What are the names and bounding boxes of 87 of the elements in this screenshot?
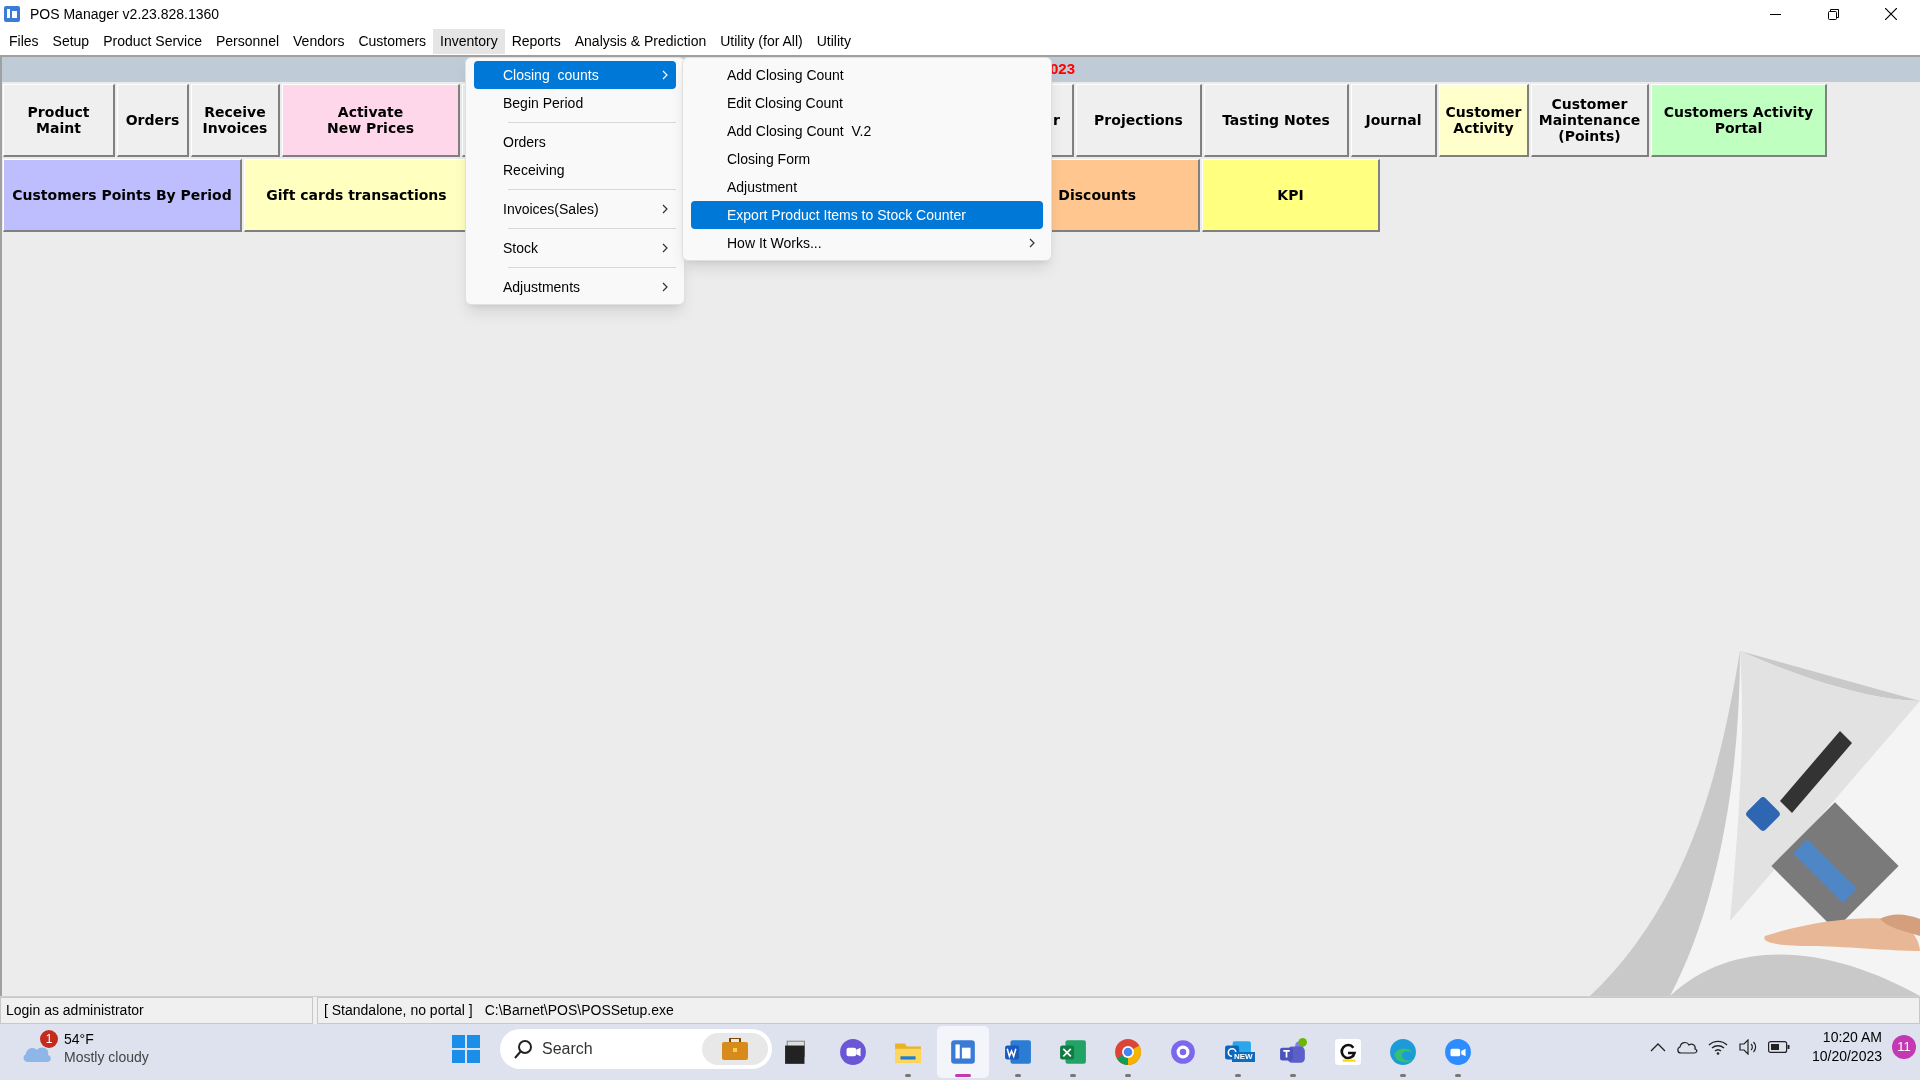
- menu-item[interactable]: How It Works...: [691, 229, 1043, 257]
- spreadsheet-app-icon: [1059, 1038, 1087, 1066]
- menu-item[interactable]: Begin Period: [474, 89, 676, 117]
- app-icon: [4, 6, 20, 22]
- toolbar-button[interactable]: Product Maint: [3, 84, 115, 157]
- menu-item[interactable]: Invoices(Sales): [474, 195, 676, 223]
- menu-item[interactable]: Utility (for All): [713, 29, 810, 54]
- toolbar-button[interactable]: Tasting Notes: [1204, 84, 1349, 157]
- menu-item[interactable]: Export Product Items to Stock Counter: [691, 201, 1043, 229]
- notification-badge: 1: [40, 1030, 58, 1048]
- menu-item[interactable]: Receiving: [474, 156, 676, 184]
- status-text: C:\Barnet\POS\POSSetup.exe: [484, 1001, 674, 1020]
- running-indicator: [1290, 1074, 1296, 1077]
- chevron-icon: [1029, 238, 1035, 248]
- running-indicator: [1125, 1074, 1131, 1077]
- menu-item[interactable]: Files: [2, 29, 46, 54]
- weather-text: Mostly cloudy: [64, 1048, 149, 1066]
- toolbar-button[interactable]: Activate New Prices: [282, 84, 460, 157]
- running-indicator: [1400, 1074, 1406, 1077]
- toolbar-button[interactable]: Customers Points By Period: [3, 159, 242, 232]
- cloud-icon[interactable]: [1675, 1040, 1698, 1054]
- menu-item[interactable]: Stock: [474, 234, 676, 262]
- volume-icon[interactable]: [1737, 1039, 1758, 1055]
- menu-item[interactable]: Inventory: [433, 29, 505, 54]
- window-title: POS Manager v2.23.828.1360: [30, 4, 220, 24]
- new-badge: NEW: [1232, 1052, 1255, 1062]
- chevron-up-icon[interactable]: [1649, 1042, 1666, 1052]
- toolbar-button[interactable]: Orders: [117, 84, 189, 157]
- menu-item[interactable]: Add Closing Count: [691, 61, 1043, 89]
- date-text: 10/20/2023: [1811, 1047, 1882, 1066]
- status-text: Login as administrator: [6, 1001, 144, 1020]
- menu-item[interactable]: Product Service: [96, 29, 209, 54]
- windows-icon: [452, 1035, 480, 1063]
- restore-icon: [1827, 8, 1839, 20]
- running-indicator: [905, 1074, 911, 1077]
- search-field[interactable]: Search: [542, 1037, 692, 1061]
- search-icon: [514, 1039, 534, 1059]
- document-app-icon: [1004, 1038, 1032, 1066]
- menu-item[interactable]: Reports: [504, 29, 568, 54]
- running-indicator: [1455, 1074, 1461, 1077]
- taskbar-app-button[interactable]: NEW: [1212, 1026, 1264, 1078]
- menu-item[interactable]: Add Closing Count V.2: [691, 117, 1043, 145]
- wifi-icon[interactable]: [1707, 1039, 1728, 1055]
- toolbar-button[interactable]: Receive Invoices: [191, 84, 280, 157]
- toolbar-button[interactable]: Customer Maintenance (Points): [1531, 84, 1649, 157]
- toolbar-button[interactable]: Projections: [1076, 84, 1202, 157]
- running-indicator: [1070, 1074, 1076, 1077]
- menu-item[interactable]: Orders: [474, 128, 676, 156]
- video-chat-icon: [839, 1038, 867, 1066]
- search-bar[interactable]: Search: [500, 1029, 772, 1069]
- menu-item[interactable]: Utility: [809, 29, 858, 54]
- toolbar-button[interactable]: Journal: [1351, 84, 1437, 157]
- menu-item[interactable]: Edit Closing Count: [691, 89, 1043, 117]
- menu-item[interactable]: Vendors: [286, 29, 352, 54]
- clock[interactable]: 10:20 AM 10/20/2023: [1811, 1028, 1882, 1066]
- briefcase-icon: [702, 1033, 768, 1065]
- menu-item[interactable]: Closing counts: [474, 61, 676, 89]
- temperature-text: 54°F: [64, 1030, 95, 1048]
- time-text: 10:20 AM: [1822, 1028, 1882, 1047]
- chevron-icon: [662, 243, 668, 253]
- running-indicator: [1015, 1074, 1021, 1077]
- chevron-icon: [662, 70, 668, 80]
- menu-item[interactable]: Customers: [351, 29, 434, 54]
- browser-icon: [1114, 1038, 1142, 1066]
- menu-item[interactable]: Setup: [45, 29, 97, 54]
- menu-item[interactable]: Personnel: [209, 29, 287, 54]
- close-icon: [1885, 8, 1897, 20]
- menu-item[interactable]: Adjustments: [474, 273, 676, 301]
- app-icon: [949, 1038, 977, 1066]
- menu-item[interactable]: Adjustment: [691, 173, 1043, 201]
- menu-item[interactable]: Closing Form: [691, 145, 1043, 173]
- running-indicator: [955, 1074, 971, 1077]
- browser-icon: [1389, 1038, 1417, 1066]
- battery-icon[interactable]: [1767, 1041, 1790, 1053]
- flower-icon: [1169, 1038, 1197, 1066]
- toolbar-button[interactable]: Customer Activity: [1439, 84, 1529, 157]
- g-app-icon: [1334, 1038, 1362, 1066]
- running-indicator: [1235, 1074, 1241, 1077]
- team-chat-icon: [1279, 1038, 1307, 1066]
- toolbar-button[interactable]: Customers Activity Portal: [1651, 84, 1827, 157]
- notification-badge[interactable]: 11: [1892, 1035, 1916, 1059]
- video-call-icon: [1444, 1038, 1472, 1066]
- chevron-icon: [662, 282, 668, 292]
- chevron-icon: [662, 204, 668, 214]
- menu-item[interactable]: Analysis & Prediction: [567, 29, 714, 54]
- toolbar-button[interactable]: KPI: [1202, 159, 1380, 232]
- status-text: [ Standalone, no portal ]: [324, 1001, 473, 1020]
